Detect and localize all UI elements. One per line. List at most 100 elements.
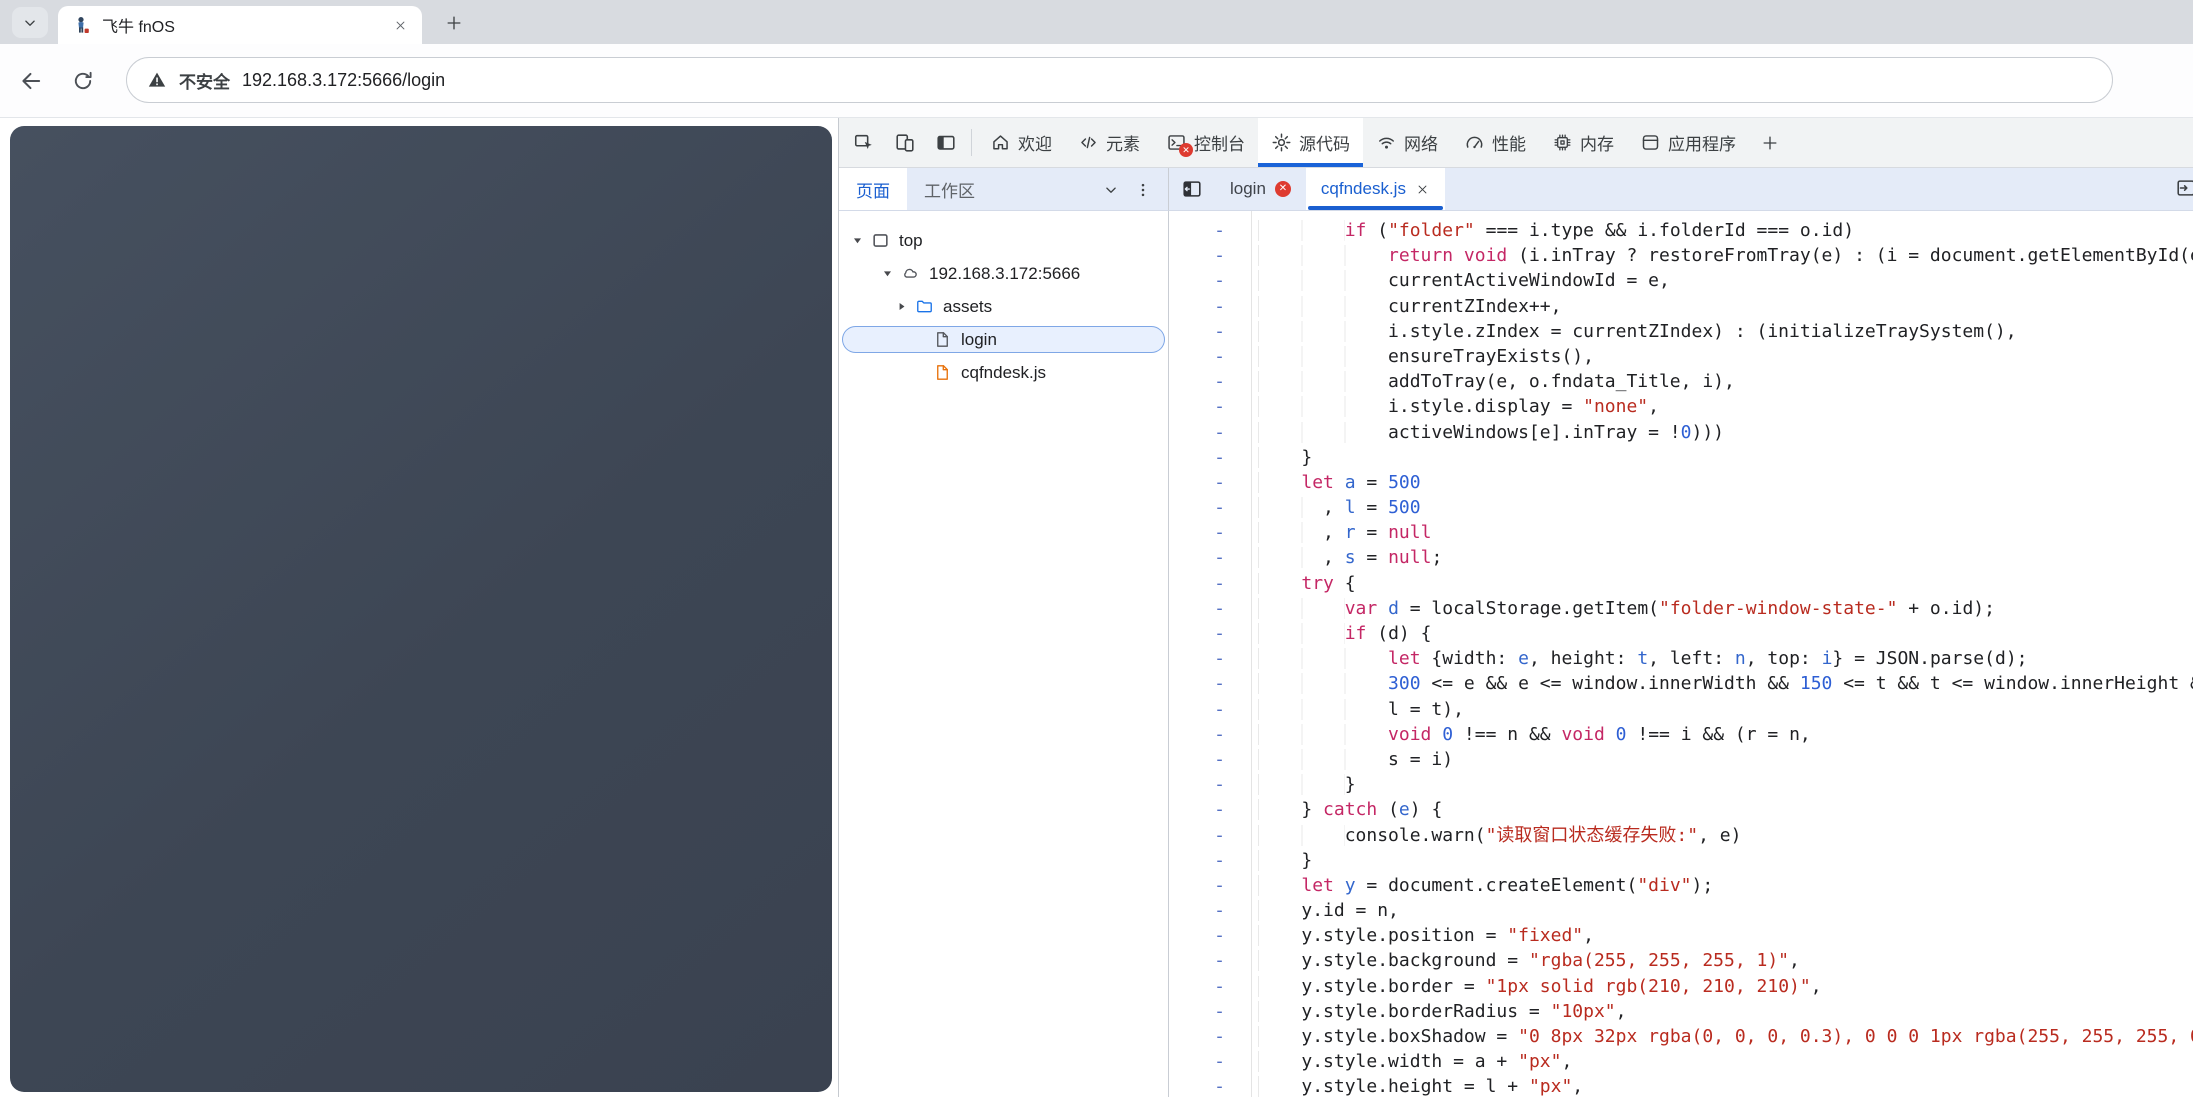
devtools-tab-home[interactable]: 欢迎 — [977, 118, 1065, 167]
tab-close-icon[interactable] — [1415, 182, 1430, 197]
sidebar-menu-icon[interactable] — [1134, 181, 1152, 199]
code-line: t.id)) — [1169, 211, 2193, 218]
refresh-button[interactable] — [68, 66, 98, 96]
gutter-mark[interactable]: - — [1169, 898, 1252, 924]
devtools-tab-label: 控制台 — [1194, 135, 1245, 154]
gutter-mark[interactable]: - — [1169, 268, 1252, 294]
gutter-mark[interactable]: - — [1169, 746, 1252, 773]
gutter-mark[interactable]: - — [1169, 822, 1252, 848]
triangle-icon — [895, 300, 908, 313]
new-tab-button[interactable] — [440, 9, 468, 37]
gutter-mark[interactable]: - — [1169, 293, 1252, 319]
devtools-tab-elements[interactable]: 元素 — [1065, 118, 1153, 167]
devtools-tab-label: 性能 — [1492, 135, 1526, 154]
tree-item-label: assets — [943, 296, 993, 316]
gutter-mark[interactable]: - — [1169, 621, 1252, 647]
tab-close-icon[interactable] — [393, 18, 408, 33]
editor-tab-login[interactable]: login ✕ — [1215, 168, 1306, 210]
gutter-mark[interactable]: - — [1169, 369, 1252, 395]
devtools-tab-sources[interactable]: 源代码 — [1258, 118, 1363, 167]
gutter-mark[interactable]: - — [1169, 948, 1252, 974]
tree-item-192-168-3-172-5666[interactable]: 192.168.3.172:5666 — [839, 257, 1168, 290]
hide-navigator-button[interactable] — [1169, 168, 1215, 210]
gutter-mark[interactable]: - — [1169, 495, 1252, 521]
tree-item-assets[interactable]: assets — [839, 290, 1168, 323]
expanded-arrow-icon[interactable] — [851, 234, 871, 247]
gutter-mark[interactable]: - — [1169, 444, 1252, 470]
gutter-mark[interactable]: - — [1169, 646, 1252, 672]
devtools-tab-performance[interactable]: 性能 — [1451, 118, 1539, 167]
devtools-tab-application[interactable]: 应用程序 — [1627, 118, 1749, 167]
gutter-mark[interactable]: - — [1169, 545, 1252, 571]
browser-tab-strip: 飞牛 fnOS — [0, 0, 2193, 44]
gutter-mark[interactable]: - — [1169, 923, 1252, 949]
elements-icon — [1078, 132, 1099, 153]
browser-tab[interactable]: 飞牛 fnOS — [58, 6, 422, 44]
tree-item-cqfndesk-js[interactable]: cqfndesk.js — [839, 356, 1168, 389]
dock-side-button[interactable] — [925, 118, 966, 167]
inspect-element-button[interactable] — [843, 118, 884, 167]
more-panes-chevron-icon[interactable] — [1102, 181, 1120, 199]
url-text[interactable]: 192.168.3.172:5666/login — [242, 70, 445, 91]
gutter-mark[interactable]: - — [1169, 394, 1252, 420]
devtools-tab-label: 欢迎 — [1018, 135, 1052, 154]
code-line: - , s = null; — [1169, 545, 2193, 571]
collapsed-arrow-icon[interactable] — [895, 300, 915, 313]
devtools-tab-memory[interactable]: 内存 — [1539, 118, 1627, 167]
devtools-tab-console[interactable]: ✕ 控制台 — [1153, 118, 1258, 167]
gutter-mark[interactable]: - — [1169, 318, 1252, 344]
gutter-mark[interactable]: - — [1169, 671, 1252, 697]
tree-item-label: top — [899, 230, 923, 250]
gutter-mark[interactable]: - — [1169, 419, 1252, 445]
not-secure-warning-icon[interactable] — [147, 70, 167, 90]
network-icon — [1376, 132, 1397, 153]
fnos-login-page-background — [10, 126, 832, 1092]
tree-item-top[interactable]: top — [839, 224, 1168, 257]
address-bar[interactable]: 不安全 192.168.3.172:5666/login — [126, 57, 2113, 103]
open-file-button[interactable] — [2175, 177, 2193, 203]
device-toolbar-button[interactable] — [884, 118, 925, 167]
code-line: - return void (i.inTray ? restoreFromTra… — [1169, 243, 2193, 269]
code-line: - } — [1169, 772, 2193, 798]
tree-item-login[interactable]: login — [842, 326, 1165, 353]
code-line: - var d = localStorage.getItem("folder-w… — [1169, 595, 2193, 621]
gutter-mark[interactable] — [1169, 211, 1252, 218]
gutter-mark[interactable]: - — [1169, 696, 1252, 722]
code-line: - } catch (e) { — [1169, 797, 2193, 823]
expanded-arrow-icon[interactable] — [881, 267, 901, 280]
gutter-mark[interactable]: - — [1169, 1074, 1252, 1097]
gutter-mark[interactable]: - — [1169, 998, 1252, 1024]
gutter-mark[interactable]: - — [1169, 847, 1252, 873]
gutter-mark[interactable]: - — [1169, 243, 1252, 269]
sidebar-tab-page[interactable]: 页面 — [839, 168, 907, 210]
gutter-mark[interactable]: - — [1169, 721, 1252, 747]
tab-search-button[interactable] — [12, 7, 48, 38]
editor-tab-label: login — [1230, 179, 1266, 198]
gutter-mark[interactable]: - — [1169, 1049, 1252, 1075]
gutter-mark[interactable]: - — [1169, 520, 1252, 546]
gutter-mark[interactable]: - — [1169, 973, 1252, 999]
hide-navigator-icon — [1181, 178, 1203, 200]
code-view[interactable]: t.id))- if ("folder" === i.type && i.fol… — [1169, 211, 2193, 1097]
sidebar-tab-workspace[interactable]: 工作区 — [907, 168, 992, 210]
code-line: - y.style.background = "rgba(255, 255, 2… — [1169, 948, 2193, 974]
gutter-mark[interactable]: - — [1169, 595, 1252, 621]
sources-sidebar-tab-bar: 页面 工作区 — [839, 168, 1168, 211]
gutter-mark[interactable]: - — [1169, 797, 1252, 823]
gutter-mark[interactable]: - — [1169, 343, 1252, 370]
more-tools-button[interactable] — [1749, 118, 1790, 167]
back-button[interactable] — [16, 66, 46, 96]
editor-tab-cqfndesk-js[interactable]: cqfndesk.js — [1305, 168, 1445, 210]
gutter-mark[interactable]: - — [1169, 872, 1252, 899]
devtools-tab-network[interactable]: 网络 — [1363, 118, 1451, 167]
gutter-mark[interactable]: - — [1169, 772, 1252, 798]
devtools-tab-label: 元素 — [1106, 135, 1140, 154]
gutter-mark[interactable]: - — [1169, 1024, 1252, 1050]
gutter-mark[interactable]: - — [1169, 469, 1252, 496]
security-label[interactable]: 不安全 — [179, 68, 230, 93]
plus-icon — [1760, 133, 1780, 153]
gutter-mark[interactable]: - — [1169, 218, 1252, 244]
code-line: - y.style.borderRadius = "10px", — [1169, 998, 2193, 1024]
gutter-mark[interactable]: - — [1169, 570, 1252, 596]
code-line: - currentZIndex++, — [1169, 293, 2193, 319]
